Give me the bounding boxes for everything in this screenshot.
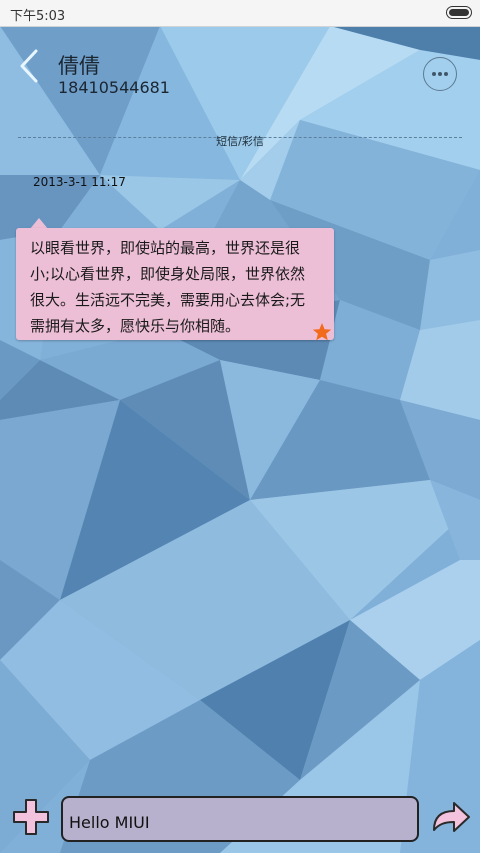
battery-icon bbox=[446, 6, 472, 19]
wallpaper-background bbox=[0, 0, 480, 853]
chevron-left-icon bbox=[20, 49, 38, 83]
message-bubble[interactable]: 以眼看世界，即使站的最高，世界还是很 小;以心看世界，即使身处局限，世界依然 很… bbox=[16, 228, 334, 340]
message-line: 需拥有太多，愿快乐与你相随。 bbox=[30, 317, 241, 335]
plus-icon bbox=[13, 799, 49, 835]
star-icon[interactable] bbox=[312, 322, 332, 342]
message-line: 很大。生活远不完美，需要用心去体会;无 bbox=[30, 291, 306, 309]
add-button[interactable] bbox=[11, 797, 51, 837]
send-arrow-icon bbox=[433, 802, 470, 832]
more-dot bbox=[438, 72, 442, 76]
more-dot bbox=[444, 72, 448, 76]
contact-name: 倩倩 bbox=[58, 54, 100, 78]
back-button[interactable] bbox=[16, 48, 44, 84]
send-button[interactable] bbox=[430, 800, 472, 836]
more-button[interactable] bbox=[423, 57, 457, 91]
message-line: 小;以心看世界，即使身处局限，世界依然 bbox=[30, 265, 306, 283]
divider-label-wrap: 短信/彩信 bbox=[0, 130, 480, 149]
status-time: 下午5:03 bbox=[10, 9, 66, 24]
message-line: 以眼看世界，即使站的最高，世界还是很 bbox=[30, 239, 301, 257]
message-input[interactable]: Hello MIUI bbox=[61, 796, 419, 842]
message-timestamp: 2013-3-1 11:17 bbox=[33, 175, 126, 189]
divider-label: 短信/彩信 bbox=[216, 135, 264, 148]
more-dots-icon bbox=[432, 72, 436, 76]
contact-number: 18410544681 bbox=[58, 78, 170, 97]
status-bar: 下午5:03 bbox=[0, 0, 480, 27]
